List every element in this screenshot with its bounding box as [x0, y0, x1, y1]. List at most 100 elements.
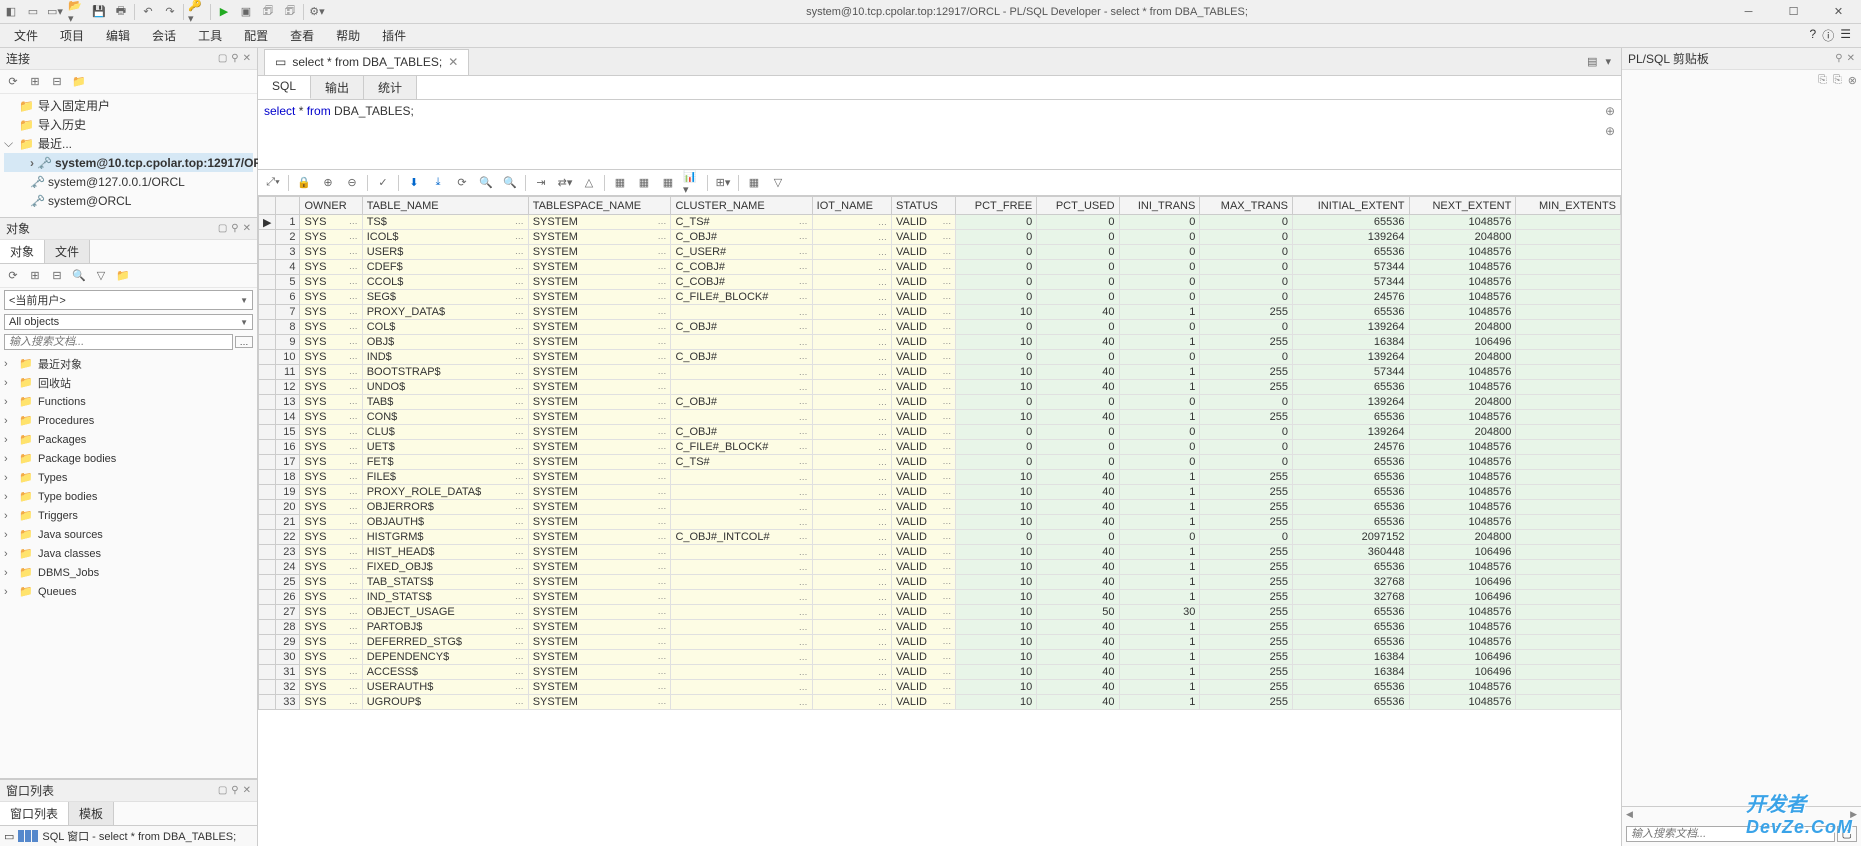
settings-sliders-icon[interactable]: ⚙▾: [308, 3, 326, 21]
filter-icon[interactable]: ▽: [769, 174, 787, 192]
chart-icon[interactable]: 📊▾: [683, 174, 701, 192]
menu-session[interactable]: 会话: [152, 27, 176, 44]
object-tree[interactable]: ›📁最近对象›📁回收站›📁Functions›📁Procedures›📁Pack…: [0, 352, 257, 778]
menu-help[interactable]: 帮助: [336, 27, 360, 44]
table-row[interactable]: 29SYS…DEFERRED_STG$…SYSTEM………VALID…10401…: [259, 635, 1621, 650]
panel-dock-icon[interactable]: ▢: [218, 53, 227, 64]
down-arrow-icon[interactable]: ⊕: [1605, 124, 1615, 138]
col-header[interactable]: TABLE_NAME: [362, 197, 528, 215]
subtab-stats[interactable]: 统计: [364, 76, 417, 99]
table-row[interactable]: 17SYS…FET$…SYSTEM…C_TS#……VALID…000065536…: [259, 455, 1621, 470]
fetch-all-icon[interactable]: ⤓: [429, 174, 447, 192]
run-icon[interactable]: ▶: [215, 3, 233, 21]
panel-pin-icon[interactable]: ⚲: [231, 53, 238, 64]
user-combo[interactable]: <当前用户>▼: [4, 290, 253, 310]
obj-tree-item[interactable]: ›📁Triggers: [4, 506, 253, 525]
table-row[interactable]: 28SYS…PARTOBJ$…SYSTEM………VALID…1040125565…: [259, 620, 1621, 635]
table-row[interactable]: 27SYS…OBJECT_USAGE…SYSTEM………VALID…105030…: [259, 605, 1621, 620]
left-arrow-icon[interactable]: ◀: [1626, 809, 1633, 820]
up-arrow-icon[interactable]: ⊕: [1605, 104, 1615, 118]
find-obj-icon[interactable]: 🔍: [70, 267, 88, 285]
obj-tree-item[interactable]: ›📁Type bodies: [4, 487, 253, 506]
table-row[interactable]: 13SYS…TAB$…SYSTEM…C_OBJ#……VALID…00001392…: [259, 395, 1621, 410]
tree-recent[interactable]: ⌵📁最近...: [4, 134, 253, 153]
tree-conn-2[interactable]: 🗝️system@ORCL: [4, 191, 253, 210]
col-header[interactable]: OWNER: [300, 197, 362, 215]
obj-tree-item[interactable]: ›📁Functions: [4, 392, 253, 411]
menu-tools[interactable]: 工具: [198, 27, 222, 44]
obj-tree-item[interactable]: ›📁回收站: [4, 373, 253, 392]
remove-box-icon[interactable]: ⊟: [48, 73, 66, 91]
expand-icon[interactable]: ⊞: [26, 267, 44, 285]
commit-icon[interactable]: ✓: [374, 174, 392, 192]
tab-objects[interactable]: 对象: [0, 240, 45, 263]
table-row[interactable]: 30SYS…DEPENDENCY$…SYSTEM………VALID…1040125…: [259, 650, 1621, 665]
obj-tree-item[interactable]: ›📁DBMS_Jobs: [4, 563, 253, 582]
panel-close-icon[interactable]: ✕: [243, 53, 251, 64]
paste-icon[interactable]: ⎘: [1833, 74, 1842, 87]
collapse-icon[interactable]: ⊟: [48, 267, 66, 285]
table-row[interactable]: 9SYS…OBJ$…SYSTEM………VALID…104012551638410…: [259, 335, 1621, 350]
table-row[interactable]: 5SYS…CCOL$…SYSTEM…C_COBJ#……VALID…0000573…: [259, 275, 1621, 290]
table-row[interactable]: 10SYS…IND$…SYSTEM…C_OBJ#……VALID…00001392…: [259, 350, 1621, 365]
delete-icon[interactable]: ⊗: [1848, 74, 1857, 87]
table-row[interactable]: 11SYS…BOOTSTRAP$…SYSTEM………VALID…10401255…: [259, 365, 1621, 380]
close-tab-icon[interactable]: ✕: [448, 55, 458, 69]
filter-combo[interactable]: All objects▼: [4, 314, 253, 330]
new-icon[interactable]: ▭: [24, 3, 42, 21]
folder-icon[interactable]: 📁: [114, 267, 132, 285]
menu-plugin[interactable]: 插件: [382, 27, 406, 44]
lock-icon[interactable]: 🔒: [295, 174, 313, 192]
col-header[interactable]: STATUS: [891, 197, 955, 215]
save-icon[interactable]: 💾: [90, 3, 108, 21]
col-header[interactable]: MAX_TRANS: [1200, 197, 1293, 215]
table-row[interactable]: 15SYS…CLU$…SYSTEM…C_OBJ#……VALID…00001392…: [259, 425, 1621, 440]
table-row[interactable]: 14SYS…CON$…SYSTEM………VALID…10401255655361…: [259, 410, 1621, 425]
col-header[interactable]: INITIAL_EXTENT: [1293, 197, 1409, 215]
table-row[interactable]: 22SYS…HISTGRM$…SYSTEM…C_OBJ#_INTCOL#……VA…: [259, 530, 1621, 545]
fetch-icon[interactable]: ⬇: [405, 174, 423, 192]
table-row[interactable]: 26SYS…IND_STATS$…SYSTEM………VALID…10401255…: [259, 590, 1621, 605]
col-header[interactable]: CLUSTER_NAME: [671, 197, 812, 215]
obj-tree-item[interactable]: ›📁Types: [4, 468, 253, 487]
table-row[interactable]: 18SYS…FILE$…SYSTEM………VALID…1040125565536…: [259, 470, 1621, 485]
table-row[interactable]: ▶1SYS…TS$…SYSTEM…C_TS#……VALID…0000655361…: [259, 215, 1621, 230]
db2-icon[interactable]: 🗊: [281, 3, 299, 21]
result-grid[interactable]: OWNERTABLE_NAMETABLESPACE_NAMECLUSTER_NA…: [258, 196, 1621, 710]
menu-project[interactable]: 项目: [60, 27, 84, 44]
layout-icon[interactable]: ▤: [1587, 55, 1597, 68]
add-box-icon[interactable]: ⊞: [26, 73, 44, 91]
table-row[interactable]: 2SYS…ICOL$…SYSTEM…C_OBJ#……VALID…00001392…: [259, 230, 1621, 245]
tree-import-fixed[interactable]: 📁导入固定用户: [4, 96, 253, 115]
open-icon[interactable]: 📂▾: [68, 3, 86, 21]
col-header[interactable]: TABLESPACE_NAME: [528, 197, 671, 215]
table-row[interactable]: 3SYS…USER$…SYSTEM…C_USER#……VALID…0000655…: [259, 245, 1621, 260]
table-row[interactable]: 20SYS…OBJERROR$…SYSTEM………VALID…104012556…: [259, 500, 1621, 515]
refresh-icon[interactable]: ⟳: [453, 174, 471, 192]
table-row[interactable]: 32SYS…USERAUTH$…SYSTEM………VALID…104012556…: [259, 680, 1621, 695]
grid-nav-icon[interactable]: ⤢▾: [264, 174, 282, 192]
obj-tree-item[interactable]: ›📁Java sources: [4, 525, 253, 544]
db-icon[interactable]: 🗊: [259, 3, 277, 21]
table-row[interactable]: 21SYS…OBJAUTH$…SYSTEM………VALID…1040125565…: [259, 515, 1621, 530]
menu-edit[interactable]: 编辑: [106, 27, 130, 44]
info-icon[interactable]: ⓘ: [1822, 27, 1834, 44]
col-header[interactable]: PCT_FREE: [956, 197, 1037, 215]
col-header[interactable]: PCT_USED: [1037, 197, 1119, 215]
menu-view[interactable]: 查看: [290, 27, 314, 44]
obj-tree-item[interactable]: ›📁Packages: [4, 430, 253, 449]
col-header[interactable]: MIN_EXTENTS: [1516, 197, 1621, 215]
table-row[interactable]: 6SYS…SEG$…SYSTEM…C_FILE#_BLOCK#……VALID…0…: [259, 290, 1621, 305]
list-icon[interactable]: ☰: [1840, 27, 1851, 44]
tab-winlist[interactable]: 窗口列表: [0, 802, 69, 825]
obj-tree-item[interactable]: ›📁Java classes: [4, 544, 253, 563]
refresh-icon[interactable]: ⟳: [4, 267, 22, 285]
export-icon[interactable]: ⇥: [532, 174, 550, 192]
winlist-item[interactable]: ▭ SQL 窗口 - select * from DBA_TABLES;: [0, 826, 257, 846]
remove-row-icon[interactable]: ⊖: [343, 174, 361, 192]
filter-icon[interactable]: ▽: [92, 267, 110, 285]
table-row[interactable]: 4SYS…CDEF$…SYSTEM…C_COBJ#……VALID…0000573…: [259, 260, 1621, 275]
sql-editor[interactable]: select * from DBA_TABLES; ⊕⊕: [258, 100, 1621, 170]
find-icon[interactable]: 🔍: [477, 174, 495, 192]
add-row-icon[interactable]: ⊕: [319, 174, 337, 192]
